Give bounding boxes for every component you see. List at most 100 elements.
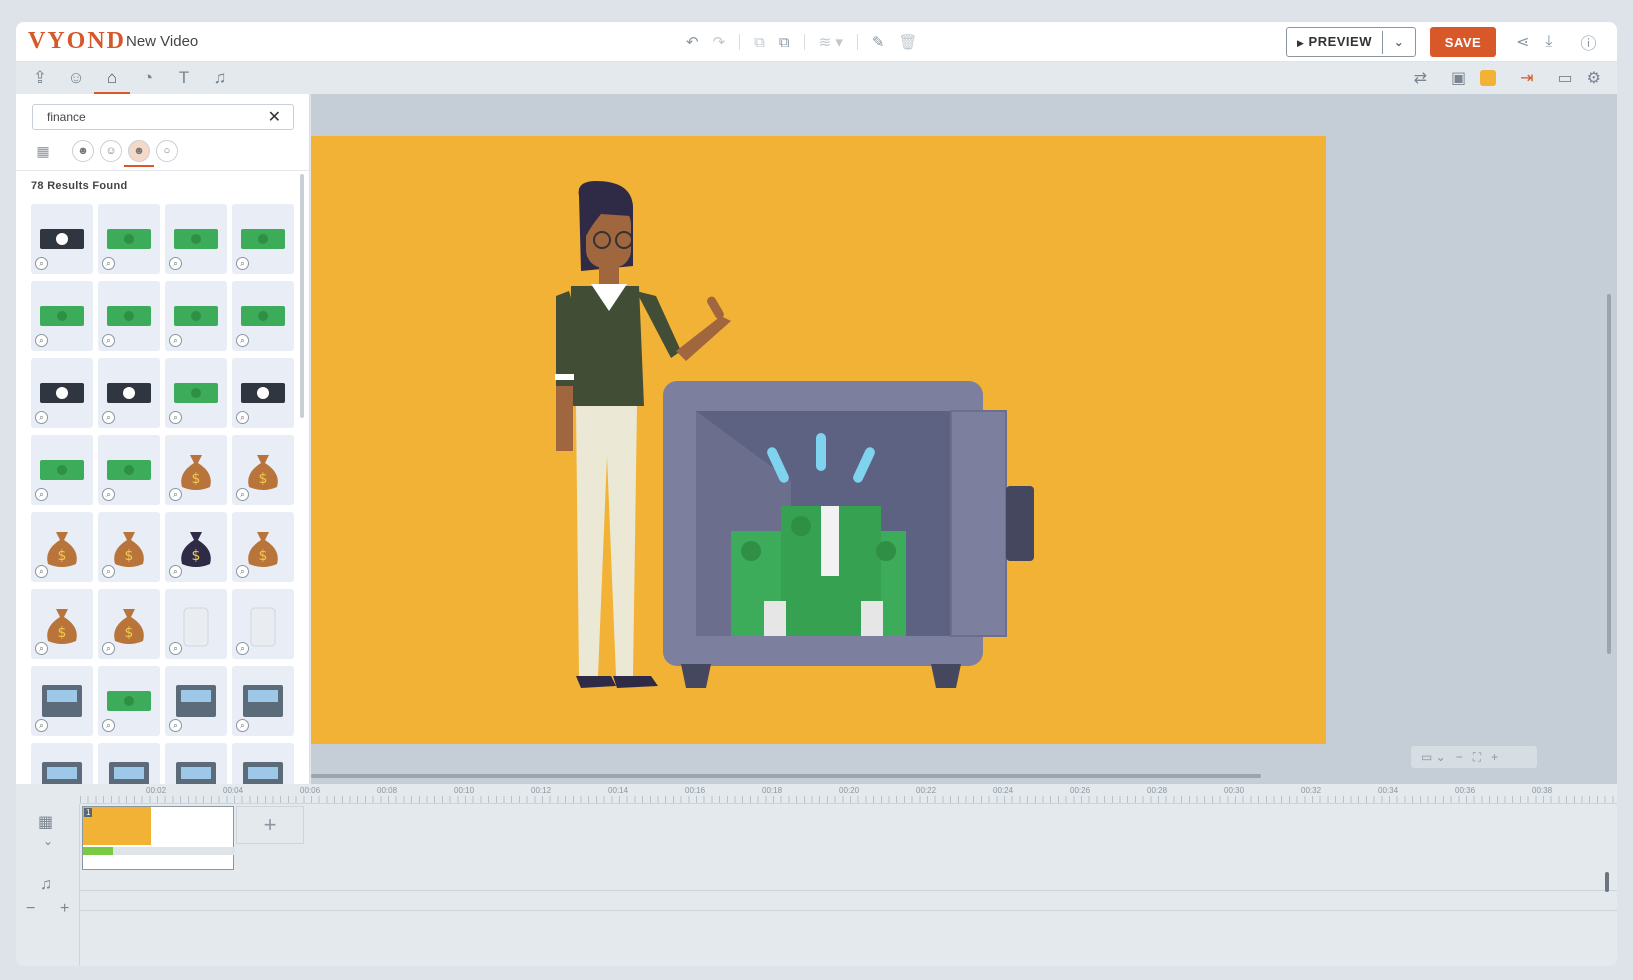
swap-icon[interactable]: ⇄ bbox=[1414, 68, 1427, 88]
zoom-icon[interactable]: ⌕ bbox=[35, 411, 48, 424]
preview-button[interactable]: ▶ PREVIEW ⌄ bbox=[1286, 27, 1416, 57]
bill-wings-icon[interactable]: ⌕ bbox=[31, 435, 93, 505]
zoom-icon[interactable]: ⌕ bbox=[35, 565, 48, 578]
atm-icon[interactable]: ⌕ bbox=[31, 666, 93, 736]
zoom-icon[interactable]: ⌕ bbox=[102, 642, 115, 655]
zoom-in-icon[interactable]: + bbox=[60, 900, 69, 918]
bank-building-icon[interactable]: ⌕ bbox=[31, 743, 93, 784]
add-scene-button[interactable]: + bbox=[236, 806, 304, 844]
money-sack-full-icon[interactable]: $ ⌕ bbox=[98, 512, 160, 582]
bill-single-icon[interactable]: ⌕ bbox=[165, 281, 227, 351]
stage-horizontal-scrollbar[interactable] bbox=[311, 774, 1261, 778]
check-pay-icon[interactable]: ⌕ bbox=[232, 743, 294, 784]
style-outline-icon[interactable]: ○ bbox=[156, 140, 178, 162]
help-icon[interactable]: ⓘ bbox=[1580, 30, 1596, 54]
safe-with-money[interactable] bbox=[663, 381, 1034, 688]
zoom-icon[interactable]: ⌕ bbox=[35, 488, 48, 501]
scene-track-icon[interactable]: ▦ bbox=[38, 812, 53, 832]
zoom-icon[interactable]: ⌕ bbox=[236, 257, 249, 270]
card-icon[interactable]: ⌕ bbox=[165, 743, 227, 784]
image-icon[interactable]: ▣ bbox=[1451, 68, 1466, 88]
bill-band-icon[interactable]: ⌕ bbox=[31, 281, 93, 351]
props-icon[interactable]: ⌂ bbox=[94, 62, 130, 94]
zoom-icon[interactable]: ⌕ bbox=[236, 411, 249, 424]
bill-green-icon[interactable]: ⌕ bbox=[98, 666, 160, 736]
scene-filter-icon[interactable]: ▦ bbox=[32, 140, 54, 162]
scene-thumbnail[interactable]: 1 bbox=[82, 806, 235, 870]
bill-flying-icon[interactable]: ⌕ bbox=[165, 358, 227, 428]
zoom-icon[interactable]: ⌕ bbox=[102, 488, 115, 501]
zoom-icon[interactable]: ⌕ bbox=[35, 719, 48, 732]
timeline-scrollbar[interactable] bbox=[1605, 872, 1609, 892]
zoom-icon[interactable]: ⌕ bbox=[169, 719, 182, 732]
empty-jar-icon[interactable]: ⌕ bbox=[232, 589, 294, 659]
style-whiteboard-icon[interactable]: ☺ bbox=[100, 140, 122, 162]
zoom-icon[interactable]: ⌕ bbox=[236, 719, 249, 732]
zoom-icon[interactable]: ⌕ bbox=[102, 411, 115, 424]
money-bag-euro-icon[interactable]: $ ⌕ bbox=[31, 589, 93, 659]
zoom-out-icon[interactable]: − bbox=[1456, 750, 1463, 764]
zoom-icon[interactable]: ⌕ bbox=[102, 719, 115, 732]
money-bag-yen-icon[interactable]: $ ⌕ bbox=[98, 589, 160, 659]
fit-icon[interactable]: ▭ ⌄ bbox=[1421, 750, 1446, 764]
enter-icon[interactable]: ⇥ bbox=[1520, 68, 1533, 88]
download-icon[interactable]: ⤓ bbox=[1545, 33, 1552, 51]
money-bag-full-icon[interactable]: $ ⌕ bbox=[232, 435, 294, 505]
zoom-icon[interactable]: ⌕ bbox=[169, 642, 182, 655]
timeline-ruler[interactable]: 00:02 00:04 00:06 00:08 00:10 00:12 00:14 00:16… bbox=[80, 784, 1617, 804]
style-contemporary-icon[interactable]: ☻ bbox=[72, 140, 94, 162]
zoom-icon[interactable]: ⌕ bbox=[102, 565, 115, 578]
zoom-out-icon[interactable]: − bbox=[26, 900, 35, 918]
money-jar-icon[interactable]: ⌕ bbox=[165, 589, 227, 659]
close-icon[interactable]: ✕ bbox=[268, 107, 281, 127]
text-icon[interactable]: T bbox=[166, 62, 202, 94]
vyond-logo[interactable]: VYOND bbox=[28, 28, 124, 55]
money-stacks-icon[interactable]: ⌕ bbox=[165, 204, 227, 274]
share-icon[interactable]: ⋖ bbox=[1516, 32, 1529, 52]
style-business-icon[interactable]: ☻ bbox=[124, 140, 154, 167]
zoom-icon[interactable]: ⌕ bbox=[236, 488, 249, 501]
chevron-down-icon[interactable]: ⌄ bbox=[1383, 35, 1415, 49]
bills-flying-icon[interactable]: ⌕ bbox=[98, 435, 160, 505]
gear-icon[interactable]: ⚙ bbox=[1587, 68, 1601, 88]
music-icon[interactable]: ♫ bbox=[202, 62, 238, 94]
zoom-icon[interactable]: ⌕ bbox=[236, 642, 249, 655]
camera-icon[interactable]: ▭ bbox=[1558, 68, 1573, 88]
scene-canvas[interactable] bbox=[311, 136, 1326, 744]
zoom-icon[interactable]: ⌕ bbox=[102, 334, 115, 347]
zoom-icon[interactable]: ⌕ bbox=[169, 565, 182, 578]
zoom-icon[interactable]: ⌕ bbox=[169, 257, 182, 270]
zoom-in-icon[interactable]: + bbox=[1491, 750, 1498, 764]
bills-fan-icon[interactable]: ⌕ bbox=[232, 281, 294, 351]
paste-icon[interactable]: ⧉ bbox=[779, 34, 790, 51]
upload-icon[interactable]: ⇪ bbox=[22, 62, 58, 94]
search-input[interactable]: finance ✕ bbox=[32, 104, 294, 130]
music-track-icon[interactable]: ♫ bbox=[40, 876, 52, 894]
bank-columns-icon[interactable]: ⌕ bbox=[98, 743, 160, 784]
zoom-icon[interactable]: ⌕ bbox=[35, 334, 48, 347]
redo-icon[interactable]: ↷ bbox=[713, 33, 726, 51]
bill-dark-pile-icon[interactable]: ⌕ bbox=[232, 358, 294, 428]
chart-icon[interactable]: ◔ bbox=[130, 62, 166, 94]
brush-icon[interactable]: ✎ bbox=[872, 33, 885, 51]
zoom-icon[interactable]: ⌕ bbox=[169, 334, 182, 347]
bill-dark-stack-icon[interactable]: ⌕ bbox=[98, 358, 160, 428]
trash-icon[interactable]: 🗑 bbox=[898, 33, 917, 51]
zoom-icon[interactable]: ⌕ bbox=[102, 257, 115, 270]
fullscreen-icon[interactable]: ⛶ bbox=[1473, 750, 1481, 765]
zoom-icon[interactable]: ⌕ bbox=[35, 642, 48, 655]
bill-stack-icon[interactable]: ⌕ bbox=[98, 281, 160, 351]
zoom-icon[interactable]: ⌕ bbox=[236, 334, 249, 347]
zoom-icon[interactable]: ⌕ bbox=[169, 411, 182, 424]
scene-duration-bar[interactable] bbox=[83, 847, 235, 855]
money-bag-dollar-icon[interactable]: $ ⌕ bbox=[165, 435, 227, 505]
zoom-icon[interactable]: ⌕ bbox=[35, 257, 48, 270]
money-bag-pound-icon[interactable]: $ ⌕ bbox=[232, 512, 294, 582]
bill-dark-icon[interactable]: ⌕ bbox=[31, 358, 93, 428]
character-icon[interactable]: ☺ bbox=[58, 62, 94, 94]
money-bag-icon[interactable]: $ ⌕ bbox=[31, 512, 93, 582]
zoom-icon[interactable]: ⌕ bbox=[236, 565, 249, 578]
stage-vertical-scrollbar[interactable] bbox=[1607, 294, 1611, 654]
save-button[interactable]: SAVE bbox=[1430, 27, 1496, 57]
panel-scrollbar[interactable] bbox=[300, 174, 304, 418]
